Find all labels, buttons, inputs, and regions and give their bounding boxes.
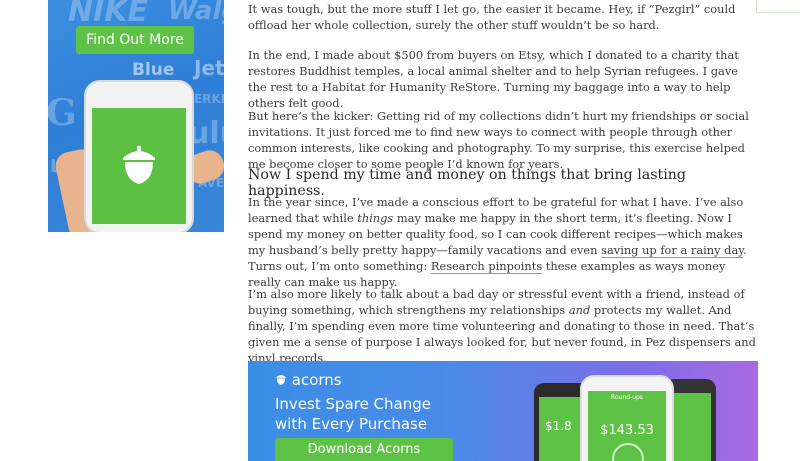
paragraph-5-emphasis: and xyxy=(568,303,591,317)
phone-center-gauge xyxy=(612,443,644,461)
acorns-logo-text: acorns xyxy=(291,371,342,389)
phone-center-image: Round-ups $143.53 xyxy=(580,375,674,461)
paragraph-4: In the year since, I’ve made a conscious… xyxy=(248,194,760,290)
acorn-icon xyxy=(123,146,155,184)
phone-right-screen xyxy=(669,393,711,461)
find-out-more-button[interactable]: Find Out More xyxy=(76,26,194,54)
saving-up-link[interactable]: saving up for a rainy day xyxy=(601,243,744,258)
brand-text-walgreens: Walg xyxy=(168,0,224,26)
side-advertisement[interactable]: NIKE Walg Blue Jet ERKER G A ulu AVE LU … xyxy=(48,0,224,232)
ad-headline: Invest Spare Change with Every Purchase xyxy=(275,394,475,434)
phone-image xyxy=(84,80,194,232)
research-pinpoints-link[interactable]: Research pinpoints xyxy=(430,259,543,274)
paragraph-3: But here’s the kicker: Getting rid of my… xyxy=(248,109,749,171)
corner-widget xyxy=(756,0,800,13)
phone-left-amount: $1.8 xyxy=(545,419,572,433)
paragraph-1: It was tough, but the more stuff I let g… xyxy=(248,2,736,32)
paragraph-5: I’m also more likely to talk about a bad… xyxy=(248,286,760,366)
paragraph-4-emphasis: things xyxy=(357,211,394,225)
brand-text-jet: Jet xyxy=(194,56,224,80)
acorns-logo: acorns xyxy=(275,371,342,389)
brand-text-blue: Blue xyxy=(132,60,175,80)
phone-center-screen: Round-ups $143.53 xyxy=(588,391,666,461)
brand-text-nike: NIKE xyxy=(68,0,149,29)
phone-screen xyxy=(92,108,186,224)
ad-headline-line-1: Invest Spare Change xyxy=(275,395,431,413)
paragraph-2: In the end, I made about $500 from buyer… xyxy=(248,48,739,110)
acorns-advertisement[interactable]: acorns Invest Spare Change with Every Pu… xyxy=(248,361,758,461)
phone-center-title: Round-ups xyxy=(611,394,643,401)
ad-headline-line-2: with Every Purchase xyxy=(275,415,428,433)
brand-text-erker: ERKER xyxy=(194,92,224,106)
acorn-icon xyxy=(276,375,286,385)
phone-center-amount: $143.53 xyxy=(600,423,654,438)
